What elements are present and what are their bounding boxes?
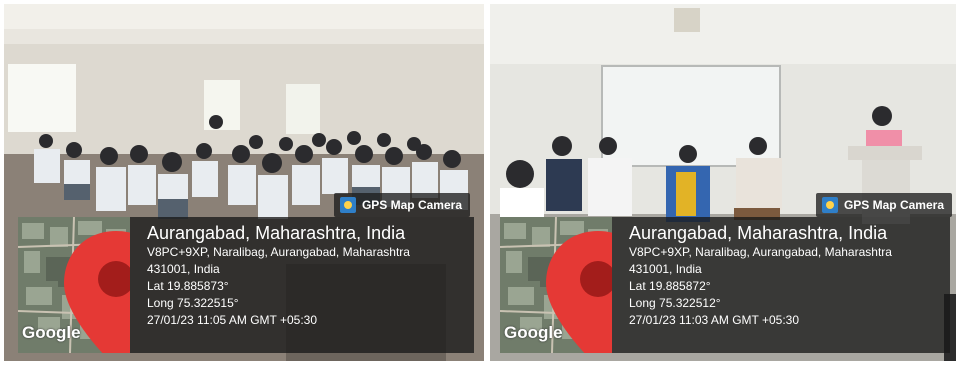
latitude: Lat 19.885872° (629, 279, 711, 293)
map-thumbnail: Google (18, 217, 130, 353)
location-info: Aurangabad, Maharashtra, India V8PC+9XP,… (147, 222, 410, 329)
address-line2: 431001, India (147, 262, 220, 276)
badge-label: GPS Map Camera (361, 198, 462, 212)
longitude: Long 75.322512° (629, 296, 721, 310)
timestamp: 27/01/23 11:03 AM GMT +05:30 (629, 313, 800, 327)
city-title: Aurangabad, Maharashtra, India (629, 223, 888, 243)
badge-label: GPS Map Camera (843, 198, 944, 212)
latitude: Lat 19.885873° (147, 279, 229, 293)
gps-camera-badge: GPS Map Camera (333, 193, 470, 217)
photo-stage-speakers: GPS Map Camera Google Aurangabad, Mahara… (490, 4, 956, 361)
city-title: Aurangabad, Maharashtra, India (147, 223, 406, 243)
google-logo: Google (22, 323, 81, 342)
photo-classroom-audience: GPS Map Camera Google Aurangabad, Mahara… (4, 4, 484, 361)
gps-camera-badge: GPS Map Camera (815, 193, 952, 217)
longitude: Long 75.322515° (147, 296, 239, 310)
address-line2: 431001, India (629, 262, 702, 276)
location-info: Aurangabad, Maharashtra, India V8PC+9XP,… (629, 222, 892, 329)
address-line1: V8PC+9XP, Naralibag, Aurangabad, Maharas… (147, 245, 410, 259)
timestamp: 27/01/23 11:05 AM GMT +05:30 (147, 313, 318, 327)
google-logo: Google (504, 323, 563, 342)
map-thumbnail: Google (500, 217, 612, 353)
address-line1: V8PC+9XP, Naralibag, Aurangabad, Maharas… (629, 245, 892, 259)
camera-app-icon (339, 197, 356, 213)
camera-app-icon (821, 197, 838, 213)
